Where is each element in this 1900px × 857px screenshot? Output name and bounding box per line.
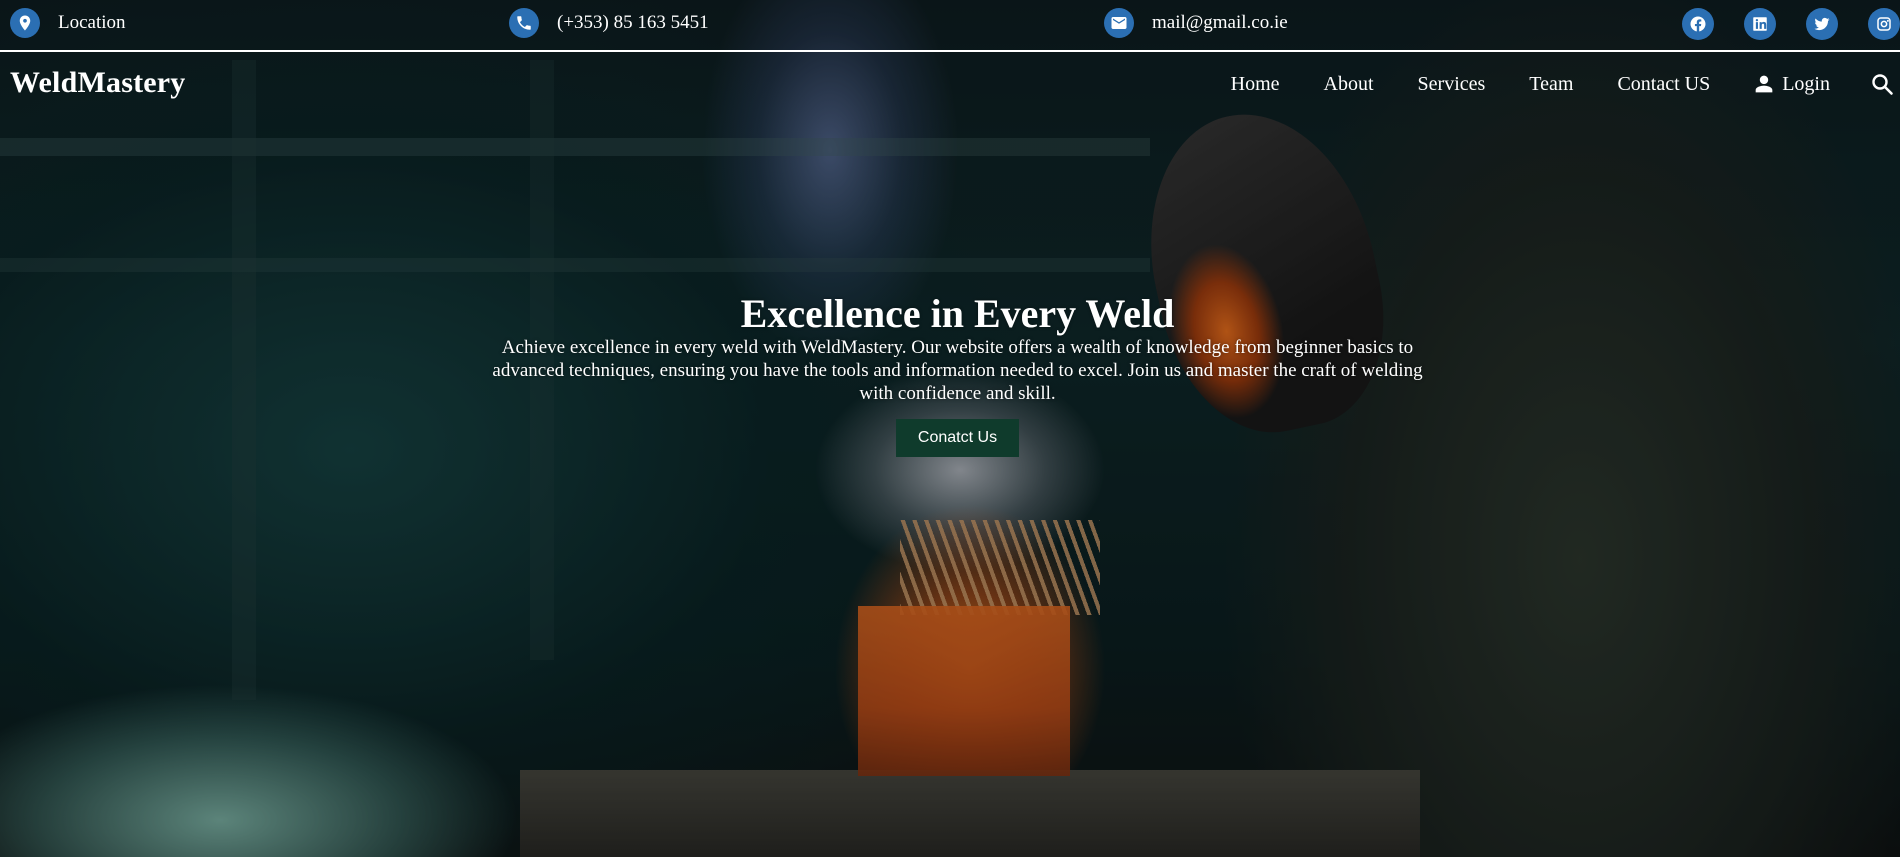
hero-description: Achieve excellence in every weld with We… — [492, 337, 1423, 404]
nav-item-contact[interactable]: Contact US — [1617, 73, 1710, 96]
email-text: mail@gmail.co.ie — [1152, 12, 1288, 33]
nav-item-about[interactable]: About — [1324, 73, 1374, 96]
envelope-icon — [1104, 8, 1134, 38]
email-info[interactable]: mail@gmail.co.ie — [1104, 8, 1288, 38]
location-text: Location — [58, 12, 126, 33]
phone-text: (+353) 85 163 5451 — [557, 12, 709, 33]
linkedin-icon[interactable] — [1744, 8, 1776, 40]
social-links — [1682, 8, 1900, 40]
nav-item-services[interactable]: Services — [1418, 73, 1486, 96]
top-info-bar: Location (+353) 85 163 5451 mail@gmail.c… — [0, 0, 1900, 52]
facebook-icon[interactable] — [1682, 8, 1714, 40]
hero-section: Location (+353) 85 163 5451 mail@gmail.c… — [0, 0, 1900, 857]
phone-info[interactable]: (+353) 85 163 5451 — [509, 8, 709, 38]
twitter-icon[interactable] — [1806, 8, 1838, 40]
search-icon[interactable] — [1870, 72, 1894, 96]
main-navbar: WeldMastery Home About Services Team Con… — [0, 52, 1900, 114]
hero-title: Excellence in Every Weld — [740, 291, 1175, 336]
login-link[interactable]: Login — [1754, 73, 1830, 96]
login-label: Login — [1782, 72, 1830, 95]
user-icon — [1755, 75, 1773, 93]
nav-item-team[interactable]: Team — [1529, 73, 1573, 96]
map-pin-icon — [10, 8, 40, 38]
hero-content: Excellence in Every Weld Achieve excelle… — [470, 292, 1445, 457]
phone-icon — [509, 8, 539, 38]
contact-us-button[interactable]: Conatct Us — [895, 419, 1020, 457]
location-info[interactable]: Location — [10, 8, 126, 38]
brand-logo[interactable]: WeldMastery — [10, 66, 186, 100]
nav-item-home[interactable]: Home — [1231, 73, 1280, 96]
instagram-icon[interactable] — [1868, 8, 1900, 40]
nav-menu: Home About Services Team Contact US Logi… — [1231, 72, 1900, 96]
